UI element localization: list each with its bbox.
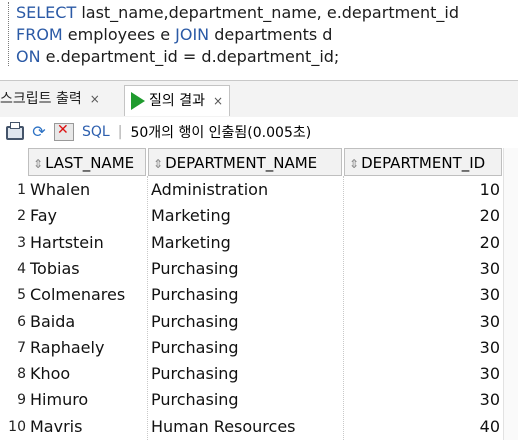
toolbar-separator: | [117, 124, 123, 140]
table-row[interactable]: 6 Baida Purchasing 30 [0, 309, 518, 336]
code-text: departments d [209, 25, 333, 44]
row-number[interactable]: 5 [0, 282, 26, 309]
column-header-label: DEPARTMENT_ID [361, 154, 486, 172]
row-number[interactable]: 3 [0, 230, 26, 257]
run-icon [131, 92, 145, 110]
code-text: e.department_id = d.department_id; [40, 47, 340, 66]
table-row[interactable]: 2 Fay Marketing 20 [0, 203, 518, 230]
cell-department-name[interactable]: Marketing [151, 203, 343, 230]
table-row[interactable]: 4 Tobias Purchasing 30 [0, 256, 518, 283]
keyword-join: JOIN [175, 25, 210, 44]
cell-department-id[interactable]: 30 [344, 282, 500, 309]
sort-icon[interactable]: ⇕ [153, 157, 163, 171]
column-header-label: LAST_NAME [45, 154, 135, 172]
cell-department-id[interactable]: 30 [344, 309, 500, 336]
cell-last-name[interactable]: Mavris [30, 414, 144, 440]
row-number[interactable]: 6 [0, 309, 26, 336]
row-number[interactable]: 7 [0, 335, 26, 362]
cell-department-name[interactable]: Purchasing [151, 282, 343, 309]
cell-last-name[interactable]: Baida [30, 309, 144, 336]
tab-label: 질의 결과 [149, 93, 205, 109]
row-number[interactable]: 10 [0, 414, 26, 440]
cell-department-name[interactable]: Purchasing [151, 361, 343, 388]
column-header-department-name[interactable]: ⇕ DEPARTMENT_NAME [148, 148, 342, 176]
code-text: employees e [62, 25, 176, 44]
sql-editor[interactable]: SELECT last_name,department_name, e.depa… [0, 0, 518, 78]
cell-last-name[interactable]: Tobias [30, 256, 144, 283]
keyword-on: ON [16, 47, 41, 66]
cell-last-name[interactable]: Hartstein [30, 230, 144, 257]
cell-department-id[interactable]: 30 [344, 335, 500, 362]
cell-last-name[interactable]: Raphaely [30, 335, 144, 362]
code-text: last_name,department_name, e.department_… [76, 3, 460, 22]
cell-department-name[interactable]: Purchasing [151, 256, 343, 283]
tab-query-result[interactable]: 질의 결과 × [124, 85, 231, 116]
sql-button[interactable]: SQL [82, 124, 110, 140]
cell-last-name[interactable]: Himuro [30, 387, 144, 414]
column-header-last-name[interactable]: ⇕ LAST_NAME [28, 148, 146, 176]
sort-icon[interactable]: ⇕ [33, 157, 43, 171]
cell-department-id[interactable]: 30 [344, 256, 500, 283]
column-header-label: DEPARTMENT_NAME [165, 154, 318, 172]
sort-icon[interactable]: ⇕ [349, 157, 359, 171]
keyword-from: FROM [16, 25, 63, 44]
code-line-3[interactable]: ON e.department_id = d.department_id; [16, 46, 339, 68]
row-number[interactable]: 2 [0, 203, 26, 230]
vertical-scrollbar[interactable] [503, 148, 518, 440]
row-number[interactable]: 8 [0, 361, 26, 388]
close-icon[interactable]: × [90, 85, 100, 113]
cell-last-name[interactable]: Whalen [30, 177, 144, 204]
row-number[interactable]: 4 [0, 256, 26, 283]
cell-department-name[interactable]: Human Resources [151, 414, 343, 440]
tab-label: 스크립트 출력 [0, 91, 82, 107]
cell-department-id[interactable]: 30 [344, 361, 500, 388]
table-row[interactable]: 9 Himuro Purchasing 30 [0, 387, 518, 414]
table-row[interactable]: 7 Raphaely Purchasing 30 [0, 335, 518, 362]
code-line-1[interactable]: SELECT last_name,department_name, e.depa… [16, 2, 459, 24]
cell-department-name[interactable]: Administration [151, 177, 343, 204]
result-tabstrip: 스크립트 출력 × 질의 결과 × [0, 80, 518, 118]
cancel-icon[interactable] [54, 122, 74, 141]
row-number[interactable]: 1 [0, 177, 26, 204]
table-row[interactable]: 10 Mavris Human Resources 40 [0, 414, 518, 440]
cell-department-id[interactable]: 20 [344, 203, 500, 230]
refresh-icon[interactable]: ⟳ [30, 124, 48, 140]
table-row[interactable]: 1 Whalen Administration 10 [0, 177, 518, 204]
column-header-department-id[interactable]: ⇕ DEPARTMENT_ID [344, 148, 502, 176]
close-icon[interactable]: × [213, 87, 223, 115]
cell-department-id[interactable]: 40 [344, 414, 500, 440]
table-row[interactable]: 3 Hartstein Marketing 20 [0, 230, 518, 257]
cell-department-name[interactable]: Purchasing [151, 387, 343, 414]
editor-gutter [8, 2, 10, 66]
cell-last-name[interactable]: Khoo [30, 361, 144, 388]
cell-department-id[interactable]: 20 [344, 230, 500, 257]
fetch-status: 50개의 행이 인출됨(0.005초) [130, 125, 312, 141]
cell-last-name[interactable]: Colmenares [30, 282, 144, 309]
cell-department-id[interactable]: 10 [344, 177, 500, 204]
cell-department-id[interactable]: 30 [344, 387, 500, 414]
cell-last-name[interactable]: Fay [30, 203, 144, 230]
table-row[interactable]: 5 Colmenares Purchasing 30 [0, 282, 518, 309]
print-icon[interactable] [6, 122, 24, 140]
keyword-select: SELECT [16, 3, 77, 22]
cell-department-name[interactable]: Purchasing [151, 335, 343, 362]
table-row[interactable]: 8 Khoo Purchasing 30 [0, 361, 518, 388]
row-number[interactable]: 9 [0, 387, 26, 414]
cell-department-name[interactable]: Marketing [151, 230, 343, 257]
cell-department-name[interactable]: Purchasing [151, 309, 343, 336]
tab-script-output[interactable]: 스크립트 출력 × [0, 85, 100, 113]
code-line-2[interactable]: FROM employees e JOIN departments d [16, 24, 332, 46]
result-toolbar: ⟳ SQL | 50개의 행이 인출됨(0.005초) [0, 117, 518, 147]
